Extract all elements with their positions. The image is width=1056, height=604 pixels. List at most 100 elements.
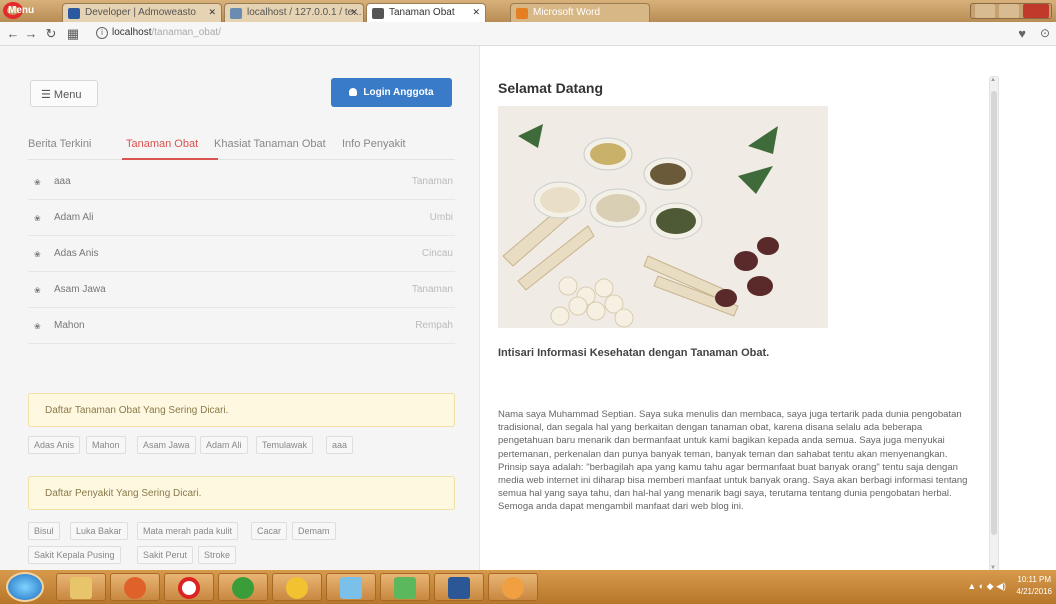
close-icon[interactable]: ✕ [350,7,358,18]
chrome-taskbar-button[interactable] [272,573,322,601]
disease-tag[interactable]: Bisul [28,522,60,540]
list-item[interactable]: ❀ Asam Jawa Tanaman [28,272,455,308]
close-icon[interactable]: ✕ [472,7,480,18]
list-item[interactable]: ❀ aaa Tanaman [28,164,455,200]
opera-taskbar-button[interactable] [164,573,214,601]
maximize-button[interactable] [999,4,1019,18]
disease-tag[interactable]: Demam [292,522,336,540]
window-controls [970,3,1052,19]
herb-tag[interactable]: Mahon [86,436,126,454]
reload-icon[interactable]: ↻ [42,25,60,43]
tab-title: localhost / 127.0.0.1 / te... [247,7,362,18]
leaf-bullet-icon: ❀ [34,322,41,331]
menu-button[interactable]: ☰ Menu [30,80,98,107]
list-item[interactable]: ❀ Mahon Rempah [28,308,455,344]
disease-notice: Daftar Penyakit Yang Sering Dicari. [28,476,455,510]
menu-button-label: Menu [53,89,82,101]
system-tray[interactable]: ▲ ◐ ◆ ◀) [967,581,1006,592]
item-name: Adas Anis [54,248,99,259]
page-subtitle: Intisari Informasi Kesehatan dengan Tana… [498,347,770,359]
item-name: Mahon [54,320,85,331]
disease-tag[interactable]: Mata merah pada kulit [137,522,239,540]
minimize-button[interactable] [975,4,995,18]
more-icon[interactable]: ⊙ [1040,26,1050,40]
url-path: /tanaman_obat/ [151,27,221,38]
tab-title: Microsoft Word [533,7,601,18]
leaf-bullet-icon: ❀ [34,250,41,259]
tab-developer[interactable]: Developer | Admoweasto ✕ [62,3,222,22]
item-category: Umbi [429,212,453,223]
list-item[interactable]: ❀ Adas Anis Cincau [28,236,455,272]
page-icon [68,8,80,19]
item-category: Cincau [421,248,453,259]
hamburger-icon: ☰ [41,89,54,101]
tab-berita-terkini[interactable]: Berita Terkini [28,138,91,150]
paint-taskbar-button[interactable] [326,573,376,601]
tab-word[interactable]: Microsoft Word [510,3,650,22]
herb-tag[interactable]: Temulawak [256,436,314,454]
tab-tanaman-obat[interactable]: Tanaman Obat ✕ [366,3,486,22]
leaf-bullet-icon: ❀ [34,178,41,187]
tab-phpmyadmin[interactable]: localhost / 127.0.0.1 / te... ✕ [224,3,364,22]
browser-menu-label[interactable]: Menu [8,5,34,16]
scroll-up-arrow-icon[interactable]: ▲ [990,77,996,83]
opera-icon [178,577,200,599]
heart-icon[interactable]: ♥ [1018,26,1026,41]
url-host: localhost [112,27,152,38]
url-field[interactable]: localhost/tanaman_obat/ [112,27,221,38]
item-name: Adam Ali [54,212,94,223]
page-title: Selamat Datang [498,80,604,96]
firefox-icon [124,577,146,599]
intro-paragraph: Nama saya Muhammad Septian. Saya suka me… [498,409,968,513]
sidebar-panel: ☰ Menu Login Anggota Berita Terkini Tana… [0,46,480,570]
speed-dial-icon[interactable]: ▦ [64,25,82,43]
tab-title: Developer | Admoweasto [85,7,196,18]
tab-info-penyakit[interactable]: Info Penyakit [342,138,406,150]
address-bar: ← → ↻ ▦ i localhost/tanaman_obat/ ♥ ⊙ [0,22,1056,46]
list-item[interactable]: ❀ Adam Ali Umbi [28,200,455,236]
herb-tag[interactable]: Adam Ali [200,436,248,454]
login-button[interactable]: Login Anggota [331,78,452,107]
tab-tanaman-obat-list[interactable]: Tanaman Obat [126,138,198,150]
herbal-medicine-image [498,106,828,328]
site-info-icon[interactable]: i [96,27,108,39]
herb-tag[interactable]: Adas Anis [28,436,81,454]
item-category: Tanaman [411,176,453,187]
page-scrollbar[interactable]: ▲ ▼ [989,76,999,572]
item-category: Tanaman [411,284,453,295]
back-arrow-icon[interactable]: ← [4,25,22,43]
chrome-icon [286,577,308,599]
close-window-button[interactable] [1023,4,1049,18]
word-taskbar-button[interactable] [434,573,484,601]
tab-khasiat-tanaman-obat[interactable]: Khasiat Tanaman Obat [214,138,326,150]
item-name: Asam Jawa [54,284,106,295]
app-icon [394,577,416,599]
start-button-icon[interactable] [6,572,44,602]
firefox-taskbar-button[interactable] [110,573,160,601]
page-icon [372,8,384,19]
disease-tag[interactable]: Stroke [198,546,237,564]
app-taskbar-button[interactable] [380,573,430,601]
user-icon [349,88,358,96]
forward-arrow-icon[interactable]: → [22,25,40,43]
active-tab-underline [122,158,218,160]
herb-tag[interactable]: aaa [326,436,354,454]
word-icon [448,577,470,599]
close-icon[interactable]: ✕ [208,7,216,18]
clock-time: 10:11 PM [1017,575,1052,584]
disease-tag[interactable]: Sakit Perut [137,546,194,564]
scrollbar-thumb[interactable] [991,91,997,535]
paint-icon [340,577,362,599]
disease-tag[interactable]: Cacar [251,522,288,540]
herb-tag[interactable]: Asam Jawa [137,436,196,454]
browser-tab-bar: Menu Developer | Admoweasto ✕ localhost … [0,0,1056,22]
clock[interactable]: 10:11 PM 4/21/2016 [1016,574,1052,598]
disease-tag[interactable]: Sakit Kepala Pusing [28,546,121,564]
media-player-taskbar-button[interactable] [488,573,538,601]
utorrent-taskbar-button[interactable] [218,573,268,601]
page-icon [230,8,242,19]
category-tabs: Berita Terkini Tanaman Obat Khasiat Tana… [28,134,455,160]
login-button-label: Login Anggota [363,87,434,98]
explorer-taskbar-button[interactable] [56,573,106,601]
disease-tag[interactable]: Luka Bakar [70,522,128,540]
